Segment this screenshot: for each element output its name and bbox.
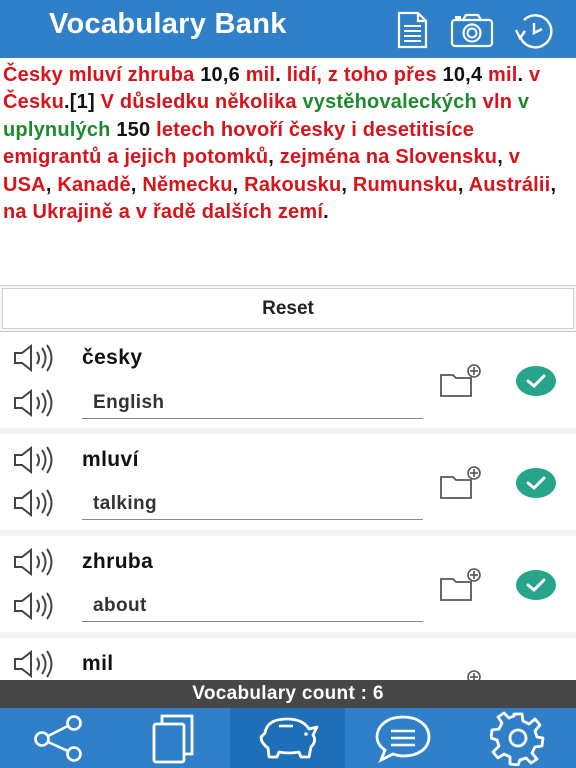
passage-segment: , bbox=[341, 173, 353, 196]
passage-segment: mil bbox=[488, 64, 518, 86]
add-to-folder-button[interactable] bbox=[438, 465, 484, 501]
speaker-icon bbox=[14, 343, 53, 373]
list-item: zhruba about bbox=[0, 536, 576, 632]
speak-word-button[interactable] bbox=[13, 649, 59, 679]
vocab-word: česky bbox=[82, 346, 143, 369]
camera-button[interactable] bbox=[450, 10, 494, 50]
tab-messages[interactable]: chat-icon bbox=[345, 708, 460, 768]
folder-add-icon bbox=[440, 466, 481, 499]
reading-passage: Česky mluví zhruba 10,6 mil. lidí, z toh… bbox=[3, 62, 573, 284]
passage-segment: na Ukrajině a v řadě dalších zemí bbox=[3, 201, 324, 224]
speak-word-button[interactable] bbox=[13, 445, 59, 475]
folder-add-icon bbox=[440, 568, 481, 601]
passage-segment: , bbox=[457, 173, 469, 196]
speaker-icon bbox=[14, 445, 53, 475]
learned-check-button[interactable] bbox=[516, 570, 556, 600]
speak-word-button[interactable] bbox=[13, 547, 59, 577]
document-button[interactable] bbox=[390, 10, 434, 50]
speaker-icon bbox=[14, 488, 53, 518]
chat-icon bbox=[375, 715, 430, 763]
folder-add-icon bbox=[467, 670, 481, 680]
passage-segment: V důsledku několika bbox=[100, 91, 297, 114]
passage-segment: Rumunsku bbox=[352, 173, 458, 196]
list-item: mil bbox=[0, 638, 576, 680]
passage-segment: , bbox=[497, 146, 509, 169]
speaker-icon bbox=[14, 591, 53, 621]
history-icon bbox=[514, 14, 553, 49]
passage-segment: Česky mluví zhruba bbox=[3, 64, 201, 86]
speaker-icon bbox=[14, 388, 53, 418]
speak-word-button[interactable] bbox=[13, 343, 59, 373]
speak-translation-button[interactable] bbox=[13, 388, 59, 418]
checkmark-icon bbox=[526, 578, 546, 593]
app-header: Vocabulary Bank bbox=[0, 0, 576, 58]
speaker-icon bbox=[14, 547, 53, 577]
passage-segment: , bbox=[550, 173, 557, 196]
passage-segment: 10,4 bbox=[436, 64, 489, 86]
learned-check-button[interactable] bbox=[516, 468, 556, 498]
passage-segment: . bbox=[275, 64, 287, 86]
tab-share[interactable]: share-icon bbox=[0, 708, 115, 768]
passage-segment: Kanadě bbox=[57, 173, 131, 196]
reset-bar: Reset bbox=[0, 285, 576, 332]
passage-segment: Německu bbox=[142, 173, 233, 196]
translation-field[interactable]: talking bbox=[82, 488, 423, 520]
learned-check-button[interactable] bbox=[516, 366, 556, 396]
speaker-icon bbox=[14, 649, 53, 679]
passage-segment: Austrálii bbox=[468, 173, 551, 196]
tab-settings[interactable]: gear-icon bbox=[460, 708, 575, 768]
tab-pages[interactable]: pages-icon bbox=[115, 708, 230, 768]
passage-segment: . bbox=[517, 64, 530, 86]
folder-add-icon bbox=[440, 364, 481, 397]
translation-field[interactable]: about bbox=[82, 590, 423, 622]
bottom-tab-bar: share-icon pages-icon piggy-bank-icon ch… bbox=[0, 708, 576, 768]
piggy-bank-icon bbox=[259, 717, 318, 759]
passage-segment: vystěhovaleckých bbox=[302, 91, 477, 114]
gear-icon bbox=[489, 711, 544, 766]
history-button[interactable] bbox=[512, 10, 556, 50]
passage-segment: zejména na Slovensku bbox=[279, 146, 498, 169]
checkmark-icon bbox=[526, 476, 546, 491]
list-item: česky English bbox=[0, 332, 576, 428]
translation-field[interactable]: English bbox=[82, 387, 423, 419]
passage-segment: 150 bbox=[110, 118, 157, 141]
passage-segment: mil bbox=[245, 64, 276, 86]
passage-segment: , bbox=[45, 173, 58, 196]
passage-segment: , bbox=[232, 173, 245, 196]
vocab-word: zhruba bbox=[82, 550, 154, 573]
reset-button[interactable]: Reset bbox=[2, 288, 574, 329]
vocab-word: mil bbox=[82, 652, 114, 675]
document-icon bbox=[397, 11, 428, 49]
tab-vocabulary[interactable]: piggy-bank-icon bbox=[230, 708, 345, 768]
passage-segment: vln bbox=[476, 91, 518, 114]
list-item: mluví talking bbox=[0, 434, 576, 530]
share-icon bbox=[33, 715, 82, 762]
add-to-folder-button[interactable] bbox=[438, 567, 484, 603]
checkmark-icon bbox=[526, 374, 546, 389]
speak-translation-button[interactable] bbox=[13, 488, 59, 518]
vocab-word: mluví bbox=[82, 448, 139, 471]
passage-segment: , bbox=[268, 146, 280, 169]
passage-segment: .[1] bbox=[64, 91, 101, 114]
page-title: Vocabulary Bank bbox=[49, 8, 287, 40]
speak-translation-button[interactable] bbox=[13, 591, 59, 621]
vocabulary-count: Vocabulary count : 6 bbox=[0, 680, 576, 708]
pages-icon bbox=[152, 714, 193, 764]
add-to-folder-button[interactable] bbox=[438, 669, 484, 680]
passage-segment: lidí, z toho přes bbox=[286, 64, 437, 86]
passage-segment: Rakousku bbox=[244, 173, 342, 196]
camera-icon bbox=[450, 13, 494, 48]
passage-segment: 10,6 bbox=[200, 64, 246, 86]
passage-segment: . bbox=[323, 201, 329, 224]
add-to-folder-button[interactable] bbox=[438, 363, 484, 399]
passage-segment: , bbox=[130, 173, 143, 196]
vocabulary-list[interactable]: česky English mluví talking zhruba about… bbox=[0, 332, 576, 680]
